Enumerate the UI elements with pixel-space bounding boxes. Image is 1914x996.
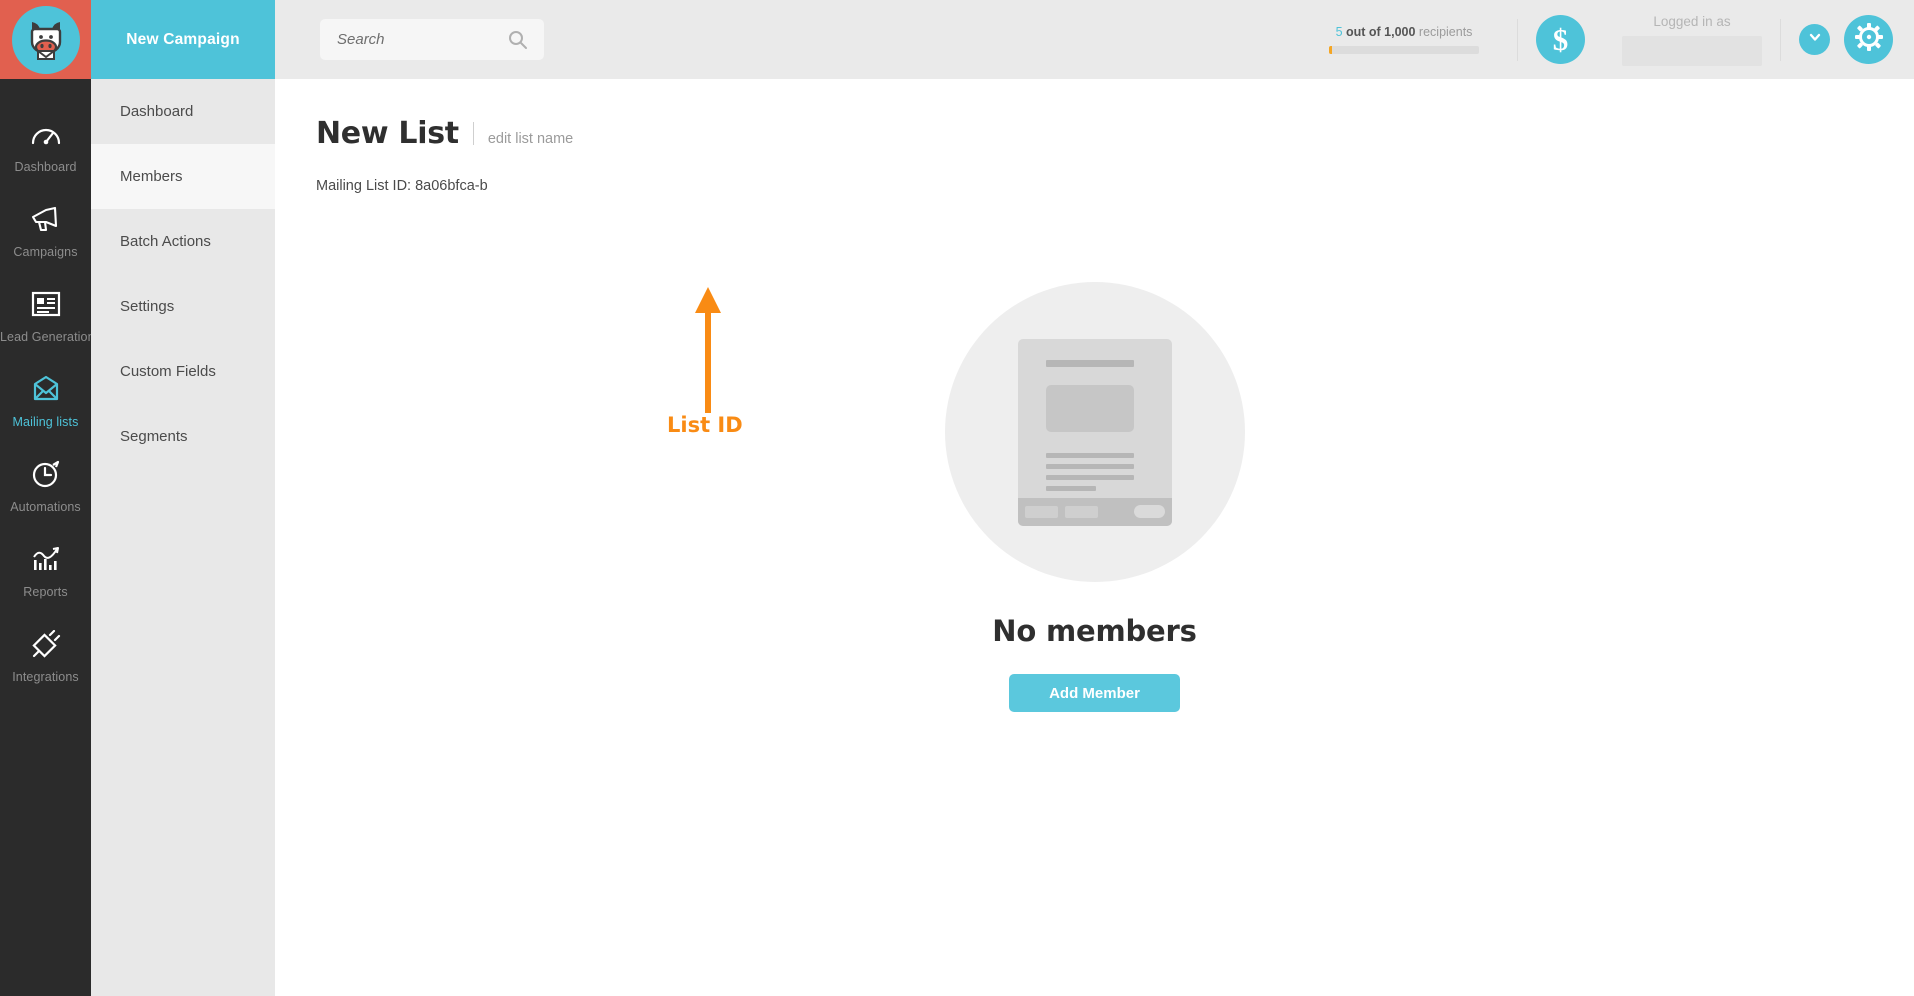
doc-title-bar	[1045, 359, 1134, 367]
quota-progress-bar	[1329, 46, 1479, 54]
form-icon	[0, 285, 91, 323]
quota-unit: recipients	[1418, 25, 1473, 39]
document-placeholder-illustration-icon	[944, 282, 1245, 582]
sidebar-item-label: Campaigns	[13, 245, 78, 259]
sidebar-item-reports[interactable]: Reports	[0, 526, 91, 611]
main-content: New List edit list name Mailing List ID:…	[275, 79, 1914, 996]
doc-footer-bar	[1017, 497, 1172, 526]
quota-middle: out of 1,000	[1342, 25, 1419, 39]
header-right-cluster: 5 out of 1,000 recipients $ Logged in as	[1329, 0, 1914, 79]
secondary-nav-panel: New Campaign Dashboard Members Batch Act…	[91, 0, 275, 996]
logged-in-label: Logged in as	[1653, 13, 1731, 29]
divider	[1780, 18, 1781, 61]
search-icon[interactable]	[508, 30, 528, 55]
bar-chart-icon	[0, 540, 91, 578]
account-dropdown-button[interactable]	[1799, 24, 1830, 55]
dollar-icon: $	[1552, 22, 1569, 57]
search-box[interactable]	[320, 19, 544, 60]
empty-state-title: No members	[992, 614, 1197, 648]
add-member-button[interactable]: Add Member	[1009, 674, 1180, 712]
cow-head-logo-icon	[11, 5, 80, 74]
quota-progress-fill	[1329, 46, 1332, 54]
page-title: New List	[316, 116, 459, 151]
sidebar-item-label: Reports	[23, 585, 68, 599]
sidebar-item-mailing-lists[interactable]: Mailing lists	[0, 356, 91, 441]
subnav-item-dashboard[interactable]: Dashboard	[91, 79, 275, 144]
settings-button[interactable]	[1844, 15, 1893, 64]
doc-text-line	[1045, 452, 1134, 458]
search-input[interactable]	[320, 20, 490, 59]
empty-state: No members Add Member	[275, 282, 1914, 712]
quota-text: 5 out of 1,000 recipients	[1329, 25, 1479, 39]
sidebar-item-label: Mailing lists	[12, 415, 79, 429]
sidebar-item-label: Lead Generation	[0, 330, 95, 344]
divider	[1517, 18, 1518, 61]
top-header-bar: 5 out of 1,000 recipients $ Logged in as	[275, 0, 1914, 79]
new-campaign-button[interactable]: New Campaign	[91, 0, 275, 79]
sidebar-item-automations[interactable]: Automations	[0, 441, 91, 526]
subnav-item-custom-fields[interactable]: Custom Fields	[91, 339, 275, 404]
doc-text-line	[1045, 463, 1134, 469]
doc-footer-button	[1064, 505, 1098, 518]
megaphone-icon	[0, 200, 91, 238]
gauge-icon	[0, 115, 91, 153]
divider	[472, 122, 474, 145]
sidebar-item-label: Automations	[10, 500, 81, 514]
doc-text-line	[1045, 485, 1096, 491]
sidebar-item-label: Integrations	[12, 670, 79, 684]
sidebar-item-integrations[interactable]: Integrations	[0, 611, 91, 696]
primary-nav-rail: Dashboard Campaigns Lead Generation Mail…	[0, 0, 95, 996]
sidebar-item-campaigns[interactable]: Campaigns	[0, 186, 91, 271]
app-root: Dashboard Campaigns Lead Generation Mail…	[0, 0, 1914, 996]
envelope-icon	[0, 370, 91, 408]
stopwatch-icon	[0, 455, 91, 493]
recipient-quota: 5 out of 1,000 recipients	[1329, 25, 1479, 54]
document-card	[1017, 338, 1172, 526]
plug-icon	[0, 625, 91, 663]
billing-button[interactable]: $	[1536, 15, 1585, 64]
rail-item-list: Dashboard Campaigns Lead Generation Mail…	[0, 79, 95, 696]
chevron-down-icon	[1807, 29, 1823, 50]
subnav-item-batch-actions[interactable]: Batch Actions	[91, 209, 275, 274]
subnav-item-members[interactable]: Members	[91, 144, 275, 209]
app-logo[interactable]	[0, 0, 91, 79]
logged-in-as: Logged in as	[1622, 14, 1762, 66]
page-header: New List edit list name	[275, 79, 1914, 151]
sidebar-item-lead-generation[interactable]: Lead Generation	[0, 271, 95, 356]
edit-list-name-link[interactable]: edit list name	[488, 131, 573, 147]
doc-footer-pill	[1133, 505, 1165, 518]
mailing-list-id: Mailing List ID: 8a06bfca-b	[316, 178, 488, 194]
subnav-item-settings[interactable]: Settings	[91, 274, 275, 339]
doc-text-line	[1045, 474, 1134, 480]
account-name-field[interactable]	[1622, 35, 1762, 66]
sidebar-item-dashboard[interactable]: Dashboard	[0, 101, 91, 186]
doc-footer-button	[1024, 505, 1058, 518]
doc-image-block	[1045, 384, 1134, 432]
subnav-item-segments[interactable]: Segments	[91, 404, 275, 469]
quota-count: 5	[1335, 25, 1343, 39]
sidebar-item-label: Dashboard	[14, 160, 77, 174]
gear-icon	[1854, 22, 1884, 57]
